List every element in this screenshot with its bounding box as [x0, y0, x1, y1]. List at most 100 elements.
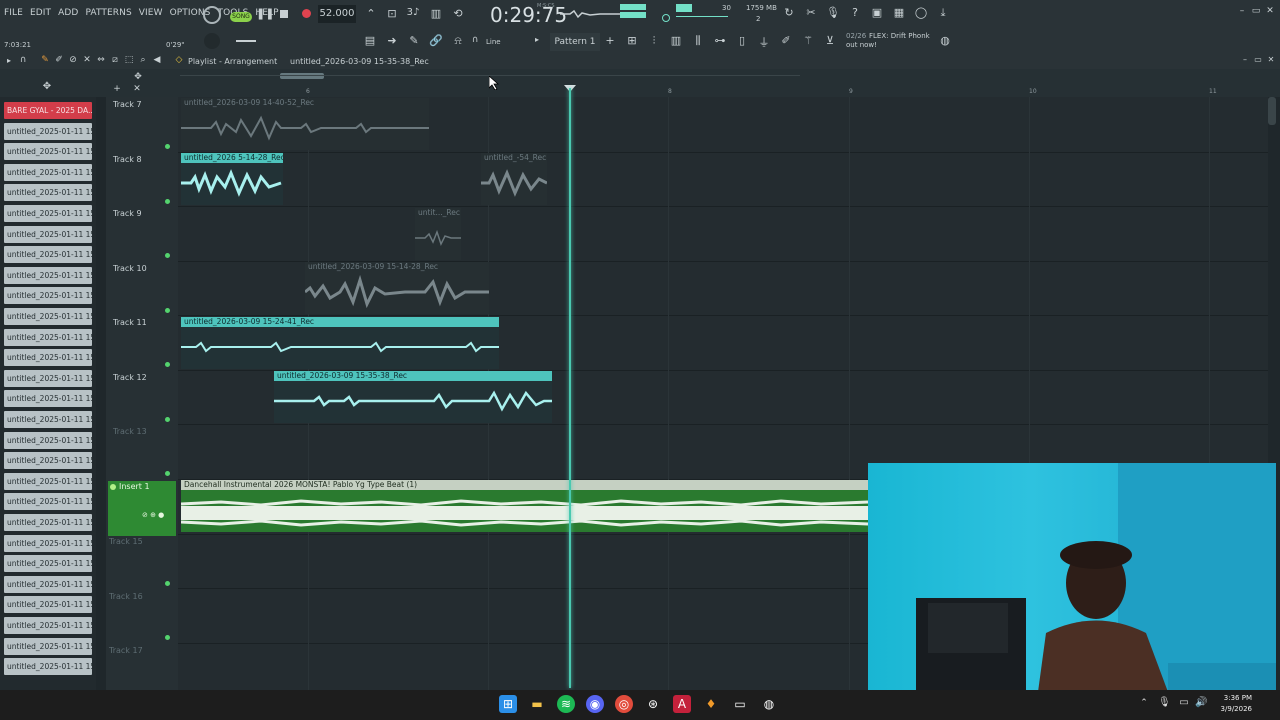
select-tool-icon[interactable]: ⬚ — [124, 55, 134, 65]
picker-item[interactable]: untitled_2025-01-11 15-... — [4, 658, 92, 676]
metronome-icon[interactable]: ⌃ — [364, 7, 378, 20]
picker-item[interactable]: untitled_2025-01-11 15-... — [4, 143, 92, 161]
add-pattern-icon[interactable]: + — [605, 34, 615, 47]
picker-item[interactable]: untitled_2025-01-11 15-... — [4, 328, 92, 346]
picker-item[interactable]: untitled_2025-01-11 15-... — [4, 205, 92, 222]
track-mute-led[interactable] — [110, 484, 116, 490]
file-explorer-icon[interactable]: ▬ — [528, 695, 546, 713]
browser-move-icon[interactable]: ✥ — [40, 81, 54, 92]
window-close-icon[interactable]: ✕ — [1264, 6, 1276, 16]
playlist-arrow-icon[interactable]: ◇ — [174, 55, 184, 65]
playlist-menu-arrow-icon[interactable]: ▸ — [4, 56, 14, 65]
news-subtitle[interactable]: out now! — [846, 41, 877, 49]
playlist-maximize-icon[interactable]: ▭ — [1253, 55, 1263, 64]
menu-add[interactable]: ADD — [58, 8, 78, 18]
help-icon[interactable]: ? — [848, 6, 862, 19]
playlist-icon[interactable]: ▤ — [362, 34, 378, 47]
menu-edit[interactable]: EDIT — [30, 8, 51, 18]
arrow-right-icon[interactable]: ➜ — [384, 34, 400, 47]
track-mute-led[interactable] — [165, 308, 170, 313]
mixer-grid-icon[interactable]: ▦ — [892, 6, 906, 19]
tray-volume-icon[interactable]: 🔊 — [1195, 697, 1207, 708]
playlist-close-icon[interactable]: ✕ — [1266, 55, 1276, 64]
sliders-icon[interactable]: ⫼ — [690, 34, 706, 48]
track-header-17[interactable]: Track 17 — [109, 646, 143, 655]
track-header-9[interactable]: Track 9 — [113, 209, 142, 218]
zoom-tool-icon[interactable]: ⌕ — [138, 55, 148, 65]
magnet-icon[interactable]: ∩ — [470, 35, 480, 45]
picker-item[interactable]: untitled_2025-01-11 15-... — [4, 596, 92, 614]
picker-item[interactable]: untitled_2025-01-11 15-... — [4, 184, 92, 202]
mixer-icon[interactable]: ⫶ — [646, 34, 662, 48]
clipboard-icon[interactable]: ▯ — [734, 34, 750, 47]
plug-icon[interactable]: ⏚ — [756, 34, 772, 50]
discord-icon[interactable]: ◉ — [586, 695, 604, 713]
picker-item[interactable]: untitled_2025-01-11 15-... — [4, 431, 92, 449]
picker-item[interactable]: untitled_2025-01-11 15-... — [4, 555, 92, 573]
track-mute-led[interactable] — [165, 417, 170, 422]
stamp-icon[interactable]: ⍾ — [450, 34, 466, 48]
hierarchy-icon[interactable]: ⊶ — [712, 34, 728, 47]
plugin-manager-icon[interactable]: ✂ — [804, 6, 818, 19]
track-mute-led[interactable] — [165, 144, 170, 149]
start-menu-icon[interactable]: ⊞ — [499, 695, 517, 713]
picker-item[interactable]: untitled_2025-01-11 15-... — [4, 266, 92, 284]
mute-tool-icon[interactable]: ✕ — [82, 55, 92, 65]
delete-tool-icon[interactable]: ⊘ — [68, 55, 78, 65]
chat-icon[interactable]: ◯ — [914, 6, 928, 19]
track-header-7[interactable]: Track 7 — [113, 100, 142, 109]
playlist-scrollbar-thumb[interactable] — [280, 73, 324, 79]
track-controls-icon[interactable]: ⊘ ⊕ ● — [142, 511, 164, 519]
picker-item[interactable]: untitled_2025-01-11 15-... — [4, 493, 92, 511]
record-mode-dial[interactable] — [203, 6, 221, 24]
playlist-breadcrumb[interactable]: untitled_2026-03-09 15-35-38_Rec — [290, 57, 429, 66]
streamlabs-icon[interactable]: ◍ — [760, 695, 778, 713]
microphone-icon[interactable]: 🎙 — [826, 6, 840, 19]
picker-item[interactable]: untitled_2025-01-11 15-... — [4, 472, 92, 490]
wait-input-icon[interactable]: ⊡ — [384, 7, 400, 20]
refresh-icon[interactable]: ↻ — [782, 6, 796, 19]
master-volume-slider[interactable] — [236, 40, 256, 42]
picker-item[interactable]: untitled_2025-01-11 15-... — [4, 514, 92, 531]
picker-item[interactable]: untitled_2025-01-11 15-... — [4, 575, 92, 593]
download-icon[interactable]: ⤓ — [936, 6, 950, 20]
audio-clip[interactable]: untitled_-54_Rec — [481, 153, 547, 205]
picker-item[interactable]: untitled_2025-01-11 15-... — [4, 617, 92, 634]
track-header-8[interactable]: Track 8 — [113, 155, 142, 164]
picker-item[interactable]: BARE GYAL - 2025 DA... — [4, 102, 92, 119]
cart-icon[interactable]: ⊻ — [822, 34, 838, 47]
track-header-13[interactable]: Track 13 — [113, 427, 147, 436]
track-mute-led[interactable] — [165, 199, 170, 204]
picker-item[interactable]: untitled_2025-01-11 15-... — [4, 349, 92, 367]
track-header-10[interactable]: Track 10 — [113, 264, 147, 273]
picker-item[interactable]: untitled_2025-01-11 15-... — [4, 411, 92, 428]
stop-icon[interactable] — [280, 10, 288, 18]
track-mute-led[interactable] — [165, 253, 170, 258]
tray-monitor-icon[interactable]: ▭ — [1178, 697, 1190, 708]
master-pitch-knob[interactable] — [204, 33, 220, 49]
piano-roll-icon[interactable]: ▥ — [668, 34, 684, 47]
playback-tool-icon[interactable]: ◀ — [152, 55, 162, 65]
pencil-icon[interactable]: ✎ — [406, 34, 422, 47]
audio-clip[interactable]: untitled_2026-03-09 15-14-28_Rec — [305, 262, 489, 314]
audio-clip[interactable]: Dancehall Instrumental 2026 MONSTA! Pabl… — [181, 480, 868, 532]
picker-item[interactable]: untitled_2025-01-11 15-... — [4, 225, 92, 243]
loop-record-icon[interactable]: ⟲ — [450, 7, 466, 20]
menu-view[interactable]: VIEW — [139, 8, 163, 18]
wand-icon[interactable]: ⚚ — [800, 34, 816, 47]
menu-file[interactable]: FILE — [4, 8, 23, 18]
track-mute-led[interactable] — [165, 362, 170, 367]
menu-patterns[interactable]: PATTERNS — [85, 8, 131, 18]
draw-tool-icon[interactable]: ✎ — [40, 55, 50, 65]
track-header-12[interactable]: Track 12 — [113, 373, 147, 382]
globe-icon[interactable]: ◍ — [938, 34, 952, 47]
taskbar-clock-time[interactable]: 3:36 PM — [1218, 694, 1252, 702]
brush-icon[interactable]: ✐ — [778, 34, 794, 47]
audio-clip[interactable]: untitled_2026-03-09 15-24-41_Rec — [181, 317, 499, 369]
terminal-icon[interactable]: ▭ — [731, 695, 749, 713]
collapse-icon[interactable]: ✕ — [132, 84, 142, 94]
window-restore-icon[interactable]: ▭ — [1250, 6, 1262, 16]
track-header-11[interactable]: Track 11 — [113, 318, 147, 327]
snap-magnet-icon[interactable]: ∩ — [18, 55, 28, 65]
track-header-insert-1[interactable]: Insert 1 ⊘ ⊕ ● — [108, 481, 176, 536]
